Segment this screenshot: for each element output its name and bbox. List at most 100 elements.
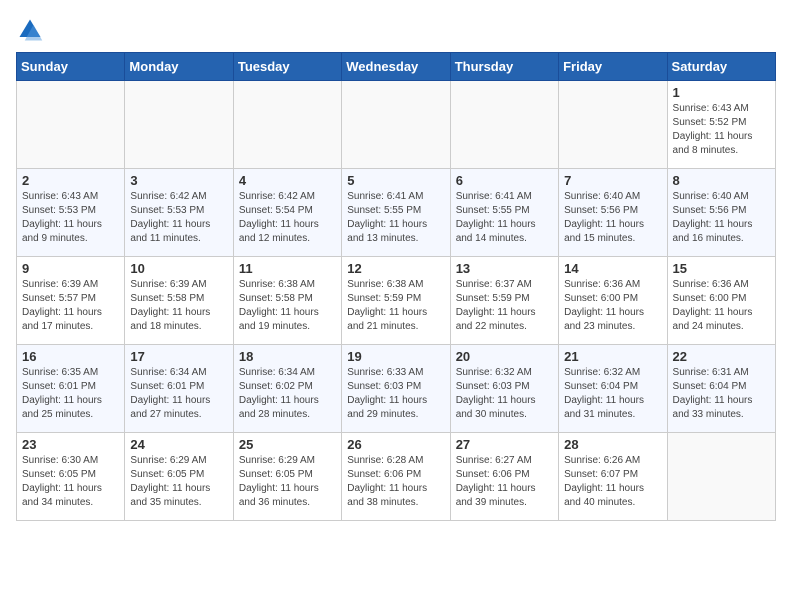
day-number: 9 xyxy=(22,261,119,276)
calendar-cell: 8 Sunrise: 6:40 AM Sunset: 5:56 PM Daylig… xyxy=(667,169,775,257)
calendar-cell: 6 Sunrise: 6:41 AM Sunset: 5:55 PM Daylig… xyxy=(450,169,558,257)
calendar-cell: 27 Sunrise: 6:27 AM Sunset: 6:06 PM Dayli… xyxy=(450,433,558,521)
day-info: Sunrise: 6:27 AM Sunset: 6:06 PM Dayligh… xyxy=(456,454,553,510)
calendar-cell xyxy=(450,81,558,169)
day-info: Sunrise: 6:43 AM Sunset: 5:52 PM Dayligh… xyxy=(673,102,770,158)
day-info: Sunrise: 6:34 AM Sunset: 6:01 PM Dayligh… xyxy=(130,366,227,422)
day-number: 2 xyxy=(22,173,119,188)
day-number: 24 xyxy=(130,437,227,452)
col-header-thursday: Thursday xyxy=(450,53,558,81)
calendar-cell: 23 Sunrise: 6:30 AM Sunset: 6:05 PM Dayli… xyxy=(17,433,125,521)
day-info: Sunrise: 6:39 AM Sunset: 5:58 PM Dayligh… xyxy=(130,278,227,334)
col-header-saturday: Saturday xyxy=(667,53,775,81)
calendar-cell: 5 Sunrise: 6:41 AM Sunset: 5:55 PM Daylig… xyxy=(342,169,450,257)
calendar-cell: 26 Sunrise: 6:28 AM Sunset: 6:06 PM Dayli… xyxy=(342,433,450,521)
calendar-cell: 17 Sunrise: 6:34 AM Sunset: 6:01 PM Dayli… xyxy=(125,345,233,433)
day-number: 6 xyxy=(456,173,553,188)
calendar-cell: 10 Sunrise: 6:39 AM Sunset: 5:58 PM Dayli… xyxy=(125,257,233,345)
day-info: Sunrise: 6:43 AM Sunset: 5:53 PM Dayligh… xyxy=(22,190,119,246)
day-info: Sunrise: 6:41 AM Sunset: 5:55 PM Dayligh… xyxy=(347,190,444,246)
calendar-cell: 22 Sunrise: 6:31 AM Sunset: 6:04 PM Dayli… xyxy=(667,345,775,433)
calendar-cell xyxy=(559,81,667,169)
day-number: 15 xyxy=(673,261,770,276)
day-number: 11 xyxy=(239,261,336,276)
calendar-cell: 7 Sunrise: 6:40 AM Sunset: 5:56 PM Daylig… xyxy=(559,169,667,257)
calendar-cell: 15 Sunrise: 6:36 AM Sunset: 6:00 PM Dayli… xyxy=(667,257,775,345)
calendar-cell: 1 Sunrise: 6:43 AM Sunset: 5:52 PM Daylig… xyxy=(667,81,775,169)
calendar-cell: 3 Sunrise: 6:42 AM Sunset: 5:53 PM Daylig… xyxy=(125,169,233,257)
calendar-cell: 11 Sunrise: 6:38 AM Sunset: 5:58 PM Dayli… xyxy=(233,257,341,345)
day-number: 27 xyxy=(456,437,553,452)
day-info: Sunrise: 6:34 AM Sunset: 6:02 PM Dayligh… xyxy=(239,366,336,422)
calendar-cell: 25 Sunrise: 6:29 AM Sunset: 6:05 PM Dayli… xyxy=(233,433,341,521)
day-info: Sunrise: 6:26 AM Sunset: 6:07 PM Dayligh… xyxy=(564,454,661,510)
calendar-cell xyxy=(667,433,775,521)
calendar-cell: 20 Sunrise: 6:32 AM Sunset: 6:03 PM Dayli… xyxy=(450,345,558,433)
calendar-cell xyxy=(233,81,341,169)
calendar-table: SundayMondayTuesdayWednesdayThursdayFrid… xyxy=(16,52,776,521)
day-info: Sunrise: 6:37 AM Sunset: 5:59 PM Dayligh… xyxy=(456,278,553,334)
calendar-cell: 4Sunrise: 6:42 AM Sunset: 5:54 PM Daylig… xyxy=(233,169,341,257)
calendar-cell: 19 Sunrise: 6:33 AM Sunset: 6:03 PM Dayli… xyxy=(342,345,450,433)
day-info: Sunrise: 6:40 AM Sunset: 5:56 PM Dayligh… xyxy=(564,190,661,246)
day-info: Sunrise: 6:40 AM Sunset: 5:56 PM Dayligh… xyxy=(673,190,770,246)
day-number: 7 xyxy=(564,173,661,188)
page-header xyxy=(16,16,776,44)
day-number: 14 xyxy=(564,261,661,276)
day-info: Sunrise: 6:33 AM Sunset: 6:03 PM Dayligh… xyxy=(347,366,444,422)
calendar-cell: 2 Sunrise: 6:43 AM Sunset: 5:53 PM Daylig… xyxy=(17,169,125,257)
day-number: 18 xyxy=(239,349,336,364)
calendar-cell: 21 Sunrise: 6:32 AM Sunset: 6:04 PM Dayli… xyxy=(559,345,667,433)
col-header-friday: Friday xyxy=(559,53,667,81)
calendar-cell: 14 Sunrise: 6:36 AM Sunset: 6:00 PM Dayli… xyxy=(559,257,667,345)
day-number: 17 xyxy=(130,349,227,364)
day-info: Sunrise: 6:32 AM Sunset: 6:03 PM Dayligh… xyxy=(456,366,553,422)
day-number: 10 xyxy=(130,261,227,276)
day-info: Sunrise: 6:30 AM Sunset: 6:05 PM Dayligh… xyxy=(22,454,119,510)
day-number: 23 xyxy=(22,437,119,452)
day-info: Sunrise: 6:36 AM Sunset: 6:00 PM Dayligh… xyxy=(564,278,661,334)
calendar-cell: 28 Sunrise: 6:26 AM Sunset: 6:07 PM Dayli… xyxy=(559,433,667,521)
day-info: Sunrise: 6:36 AM Sunset: 6:00 PM Dayligh… xyxy=(673,278,770,334)
day-number: 5 xyxy=(347,173,444,188)
day-info: Sunrise: 6:28 AM Sunset: 6:06 PM Dayligh… xyxy=(347,454,444,510)
day-info: Sunrise: 6:32 AM Sunset: 6:04 PM Dayligh… xyxy=(564,366,661,422)
day-info: Sunrise: 6:29 AM Sunset: 6:05 PM Dayligh… xyxy=(130,454,227,510)
calendar-cell xyxy=(17,81,125,169)
calendar-cell xyxy=(342,81,450,169)
calendar-cell: 24 Sunrise: 6:29 AM Sunset: 6:05 PM Dayli… xyxy=(125,433,233,521)
col-header-tuesday: Tuesday xyxy=(233,53,341,81)
calendar-cell: 9 Sunrise: 6:39 AM Sunset: 5:57 PM Daylig… xyxy=(17,257,125,345)
day-number: 20 xyxy=(456,349,553,364)
day-info: Sunrise: 6:38 AM Sunset: 5:59 PM Dayligh… xyxy=(347,278,444,334)
calendar-cell: 13 Sunrise: 6:37 AM Sunset: 5:59 PM Dayli… xyxy=(450,257,558,345)
day-info: Sunrise: 6:31 AM Sunset: 6:04 PM Dayligh… xyxy=(673,366,770,422)
day-number: 25 xyxy=(239,437,336,452)
day-info: Sunrise: 6:41 AM Sunset: 5:55 PM Dayligh… xyxy=(456,190,553,246)
day-info: Sunrise: 6:29 AM Sunset: 6:05 PM Dayligh… xyxy=(239,454,336,510)
day-number: 12 xyxy=(347,261,444,276)
day-number: 3 xyxy=(130,173,227,188)
day-info: Sunrise: 6:38 AM Sunset: 5:58 PM Dayligh… xyxy=(239,278,336,334)
day-number: 16 xyxy=(22,349,119,364)
day-number: 8 xyxy=(673,173,770,188)
day-number: 22 xyxy=(673,349,770,364)
day-number: 19 xyxy=(347,349,444,364)
col-header-wednesday: Wednesday xyxy=(342,53,450,81)
day-info: Sunrise: 6:39 AM Sunset: 5:57 PM Dayligh… xyxy=(22,278,119,334)
calendar-cell xyxy=(125,81,233,169)
day-number: 13 xyxy=(456,261,553,276)
day-info: Sunrise: 6:42 AM Sunset: 5:53 PM Dayligh… xyxy=(130,190,227,246)
day-number: 26 xyxy=(347,437,444,452)
day-number: 21 xyxy=(564,349,661,364)
day-number: 1 xyxy=(673,85,770,100)
day-info: Sunrise: 6:35 AM Sunset: 6:01 PM Dayligh… xyxy=(22,366,119,422)
col-header-monday: Monday xyxy=(125,53,233,81)
col-header-sunday: Sunday xyxy=(17,53,125,81)
logo xyxy=(16,16,48,44)
day-number: 28 xyxy=(564,437,661,452)
calendar-cell: 18 Sunrise: 6:34 AM Sunset: 6:02 PM Dayli… xyxy=(233,345,341,433)
calendar-cell: 12 Sunrise: 6:38 AM Sunset: 5:59 PM Dayli… xyxy=(342,257,450,345)
calendar-cell: 16 Sunrise: 6:35 AM Sunset: 6:01 PM Dayli… xyxy=(17,345,125,433)
day-info: Sunrise: 6:42 AM Sunset: 5:54 PM Dayligh… xyxy=(239,190,336,246)
